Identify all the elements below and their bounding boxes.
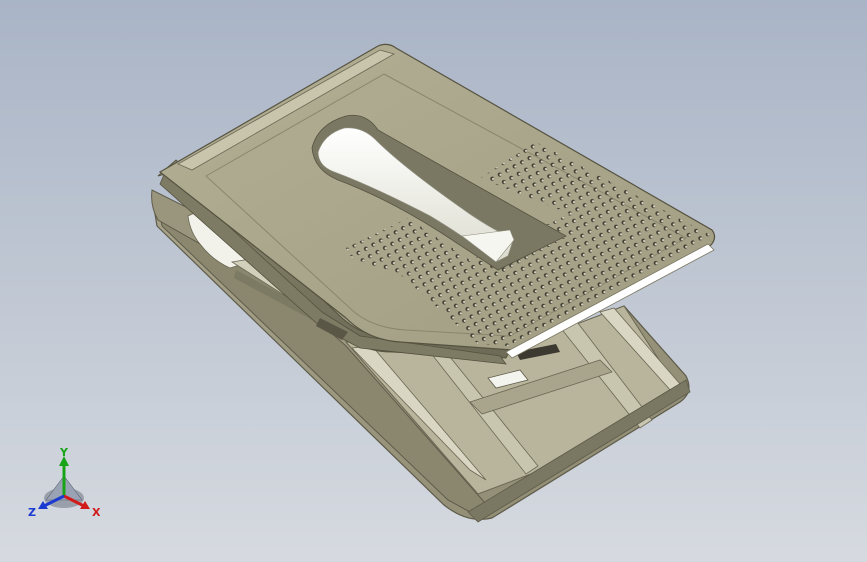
z-axis-label: Z [28, 506, 36, 519]
model-viewport[interactable]: Y X Z [0, 0, 867, 562]
clip-model[interactable] [0, 0, 867, 562]
orientation-triad[interactable]: Y X Z [22, 446, 108, 526]
y-axis-label: Y [59, 446, 69, 459]
x-axis-label: X [92, 506, 101, 519]
